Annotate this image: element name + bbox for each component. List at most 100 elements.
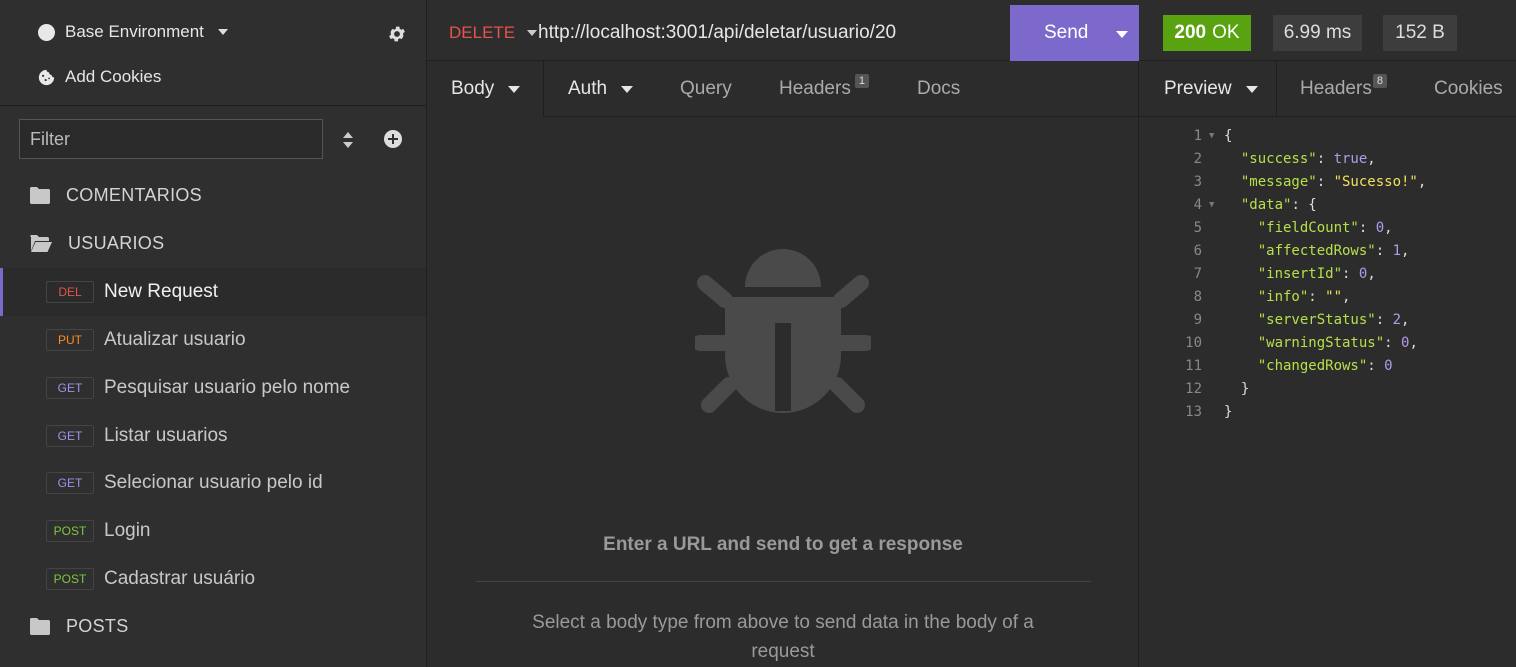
line-number: 2	[1193, 150, 1202, 167]
request-item-login[interactable]: POST Login	[0, 507, 426, 555]
plus-circle-icon[interactable]	[383, 129, 403, 149]
code-text: }	[1224, 380, 1250, 397]
tab-label: Docs	[917, 78, 961, 99]
chevron-down-icon	[508, 85, 521, 93]
folder-posts[interactable]: POSTS	[30, 616, 129, 637]
request-name: Login	[104, 520, 151, 541]
send-button[interactable]: Send	[1010, 5, 1139, 61]
tab-cookies[interactable]: Cookies	[1434, 61, 1503, 117]
request-item-new-request[interactable]: DEL New Request	[0, 268, 426, 316]
tab-docs[interactable]: Docs	[917, 61, 960, 117]
request-item-listar-usuarios[interactable]: GET Listar usuarios	[0, 412, 426, 460]
code-text: {	[1224, 127, 1233, 144]
response-tabs: Preview Headers 8 Cookies	[1140, 61, 1516, 117]
code-line: 5 "fieldCount": 0,	[1140, 216, 1516, 239]
tab-label: Cookies	[1434, 78, 1503, 99]
line-number: 6	[1193, 242, 1202, 259]
sidebar-header: Base Environment Add Cookies	[0, 0, 426, 106]
sidebar: Base Environment Add Cookies COMENTARIOS	[0, 0, 427, 667]
tab-preview[interactable]: Preview	[1140, 61, 1277, 117]
method-badge: POST	[46, 520, 94, 542]
status-badge: 200 OK	[1163, 15, 1251, 51]
line-number: 4	[1193, 196, 1202, 213]
folder-usuarios[interactable]: USUARIOS	[30, 233, 164, 254]
chevron-down-icon[interactable]	[1116, 31, 1128, 38]
code-text: }	[1224, 403, 1233, 420]
code-text: "warningStatus": 0,	[1257, 334, 1418, 351]
headers-count-badge: 1	[854, 74, 869, 88]
request-name: Selecionar usuario pelo id	[104, 472, 323, 493]
folder-icon	[30, 618, 50, 635]
method-badge: GET	[46, 377, 94, 399]
headers-count-badge: 8	[1372, 74, 1387, 88]
request-tabs: Body Auth Query Headers 1 Docs	[427, 61, 1139, 117]
folder-label: USUARIOS	[68, 233, 165, 253]
folder-comentarios[interactable]: COMENTARIOS	[30, 185, 202, 206]
response-size-badge: 152 B	[1383, 15, 1457, 51]
request-name: Atualizar usuario	[104, 329, 246, 350]
response-body-viewer[interactable]: 1 ▼{2 "success": true, 3 "message": "Suces…	[1140, 124, 1516, 423]
tab-headers[interactable]: Headers 1	[779, 61, 869, 117]
line-number: 9	[1193, 311, 1202, 328]
environment-label: Base Environment	[65, 22, 204, 41]
line-number: 7	[1193, 265, 1202, 282]
line-number: 11	[1185, 357, 1202, 374]
request-name: Listar usuarios	[104, 425, 228, 446]
fold-toggle-icon[interactable]: ▼	[1209, 200, 1214, 210]
line-number: 13	[1185, 403, 1202, 420]
request-name: New Request	[104, 281, 219, 302]
tab-label: Headers	[779, 78, 851, 99]
method-badge: DEL	[46, 281, 94, 303]
tab-response-headers[interactable]: Headers 8	[1300, 61, 1387, 117]
request-pane: DELETE http://localhost:3001/api/deletar…	[427, 0, 1139, 667]
code-line: 6 "affectedRows": 1,	[1140, 239, 1516, 262]
line-number: 8	[1193, 288, 1202, 305]
response-pane: 200 OK 6.99 ms 152 B Preview Headers 8 C…	[1140, 0, 1516, 667]
chevron-down-icon	[621, 85, 634, 93]
tab-label: Auth	[568, 78, 608, 99]
code-text: "success": true,	[1240, 150, 1376, 167]
chevron-down-icon	[1245, 85, 1258, 93]
code-line: 9 "serverStatus": 2,	[1140, 308, 1516, 331]
code-line: 7 "insertId": 0,	[1140, 262, 1516, 285]
code-line: 3 "message": "Sucesso!",	[1140, 170, 1516, 193]
request-item-selecionar-usuario[interactable]: GET Selecionar usuario pelo id	[0, 459, 426, 507]
request-item-pesquisar-usuario[interactable]: GET Pesquisar usuario pelo nome	[0, 364, 426, 412]
line-number: 3	[1193, 173, 1202, 190]
sort-icon[interactable]	[339, 131, 357, 149]
method-badge: PUT	[46, 329, 94, 351]
circle-icon	[38, 23, 55, 41]
tab-label: Body	[451, 78, 495, 99]
folder-icon	[30, 187, 50, 204]
tab-body[interactable]: Body	[427, 61, 544, 117]
filter-row	[19, 119, 409, 159]
code-text: "data": {	[1240, 196, 1317, 213]
gear-icon[interactable]	[387, 24, 407, 44]
line-number: 12	[1185, 380, 1202, 397]
url-bar: DELETE http://localhost:3001/api/deletar…	[427, 0, 1139, 61]
url-input[interactable]: http://localhost:3001/api/deletar/usuari…	[538, 22, 896, 44]
tab-query[interactable]: Query	[680, 61, 732, 117]
environment-selector[interactable]: Base Environment	[38, 22, 228, 42]
method-label: DELETE	[449, 23, 516, 42]
code-text: "affectedRows": 1,	[1257, 242, 1410, 259]
line-number: 5	[1193, 219, 1202, 236]
code-line: 2 "success": true,	[1140, 147, 1516, 170]
bug-icon	[695, 249, 871, 413]
send-label: Send	[1044, 22, 1089, 43]
add-cookies-button[interactable]: Add Cookies	[38, 67, 161, 87]
method-selector[interactable]: DELETE	[449, 23, 538, 43]
code-line: 1 ▼ {	[1140, 124, 1516, 147]
empty-state-title: Enter a URL and send to get a response	[603, 534, 963, 555]
empty-state-subtitle: Select a body type from above to send da…	[532, 612, 1034, 662]
request-item-cadastrar-usuario[interactable]: POST Cadastrar usuário	[0, 555, 426, 603]
code-text: "info": "",	[1257, 288, 1351, 305]
filter-input[interactable]	[19, 119, 323, 159]
chevron-down-icon	[217, 29, 228, 35]
tab-auth[interactable]: Auth	[568, 61, 634, 117]
line-number: 1	[1193, 127, 1202, 144]
fold-toggle-icon[interactable]: ▼	[1209, 131, 1214, 141]
code-line: 8 "info": "",	[1140, 285, 1516, 308]
request-item-atualizar-usuario[interactable]: PUT Atualizar usuario	[0, 316, 426, 364]
tab-label: Preview	[1164, 78, 1232, 99]
